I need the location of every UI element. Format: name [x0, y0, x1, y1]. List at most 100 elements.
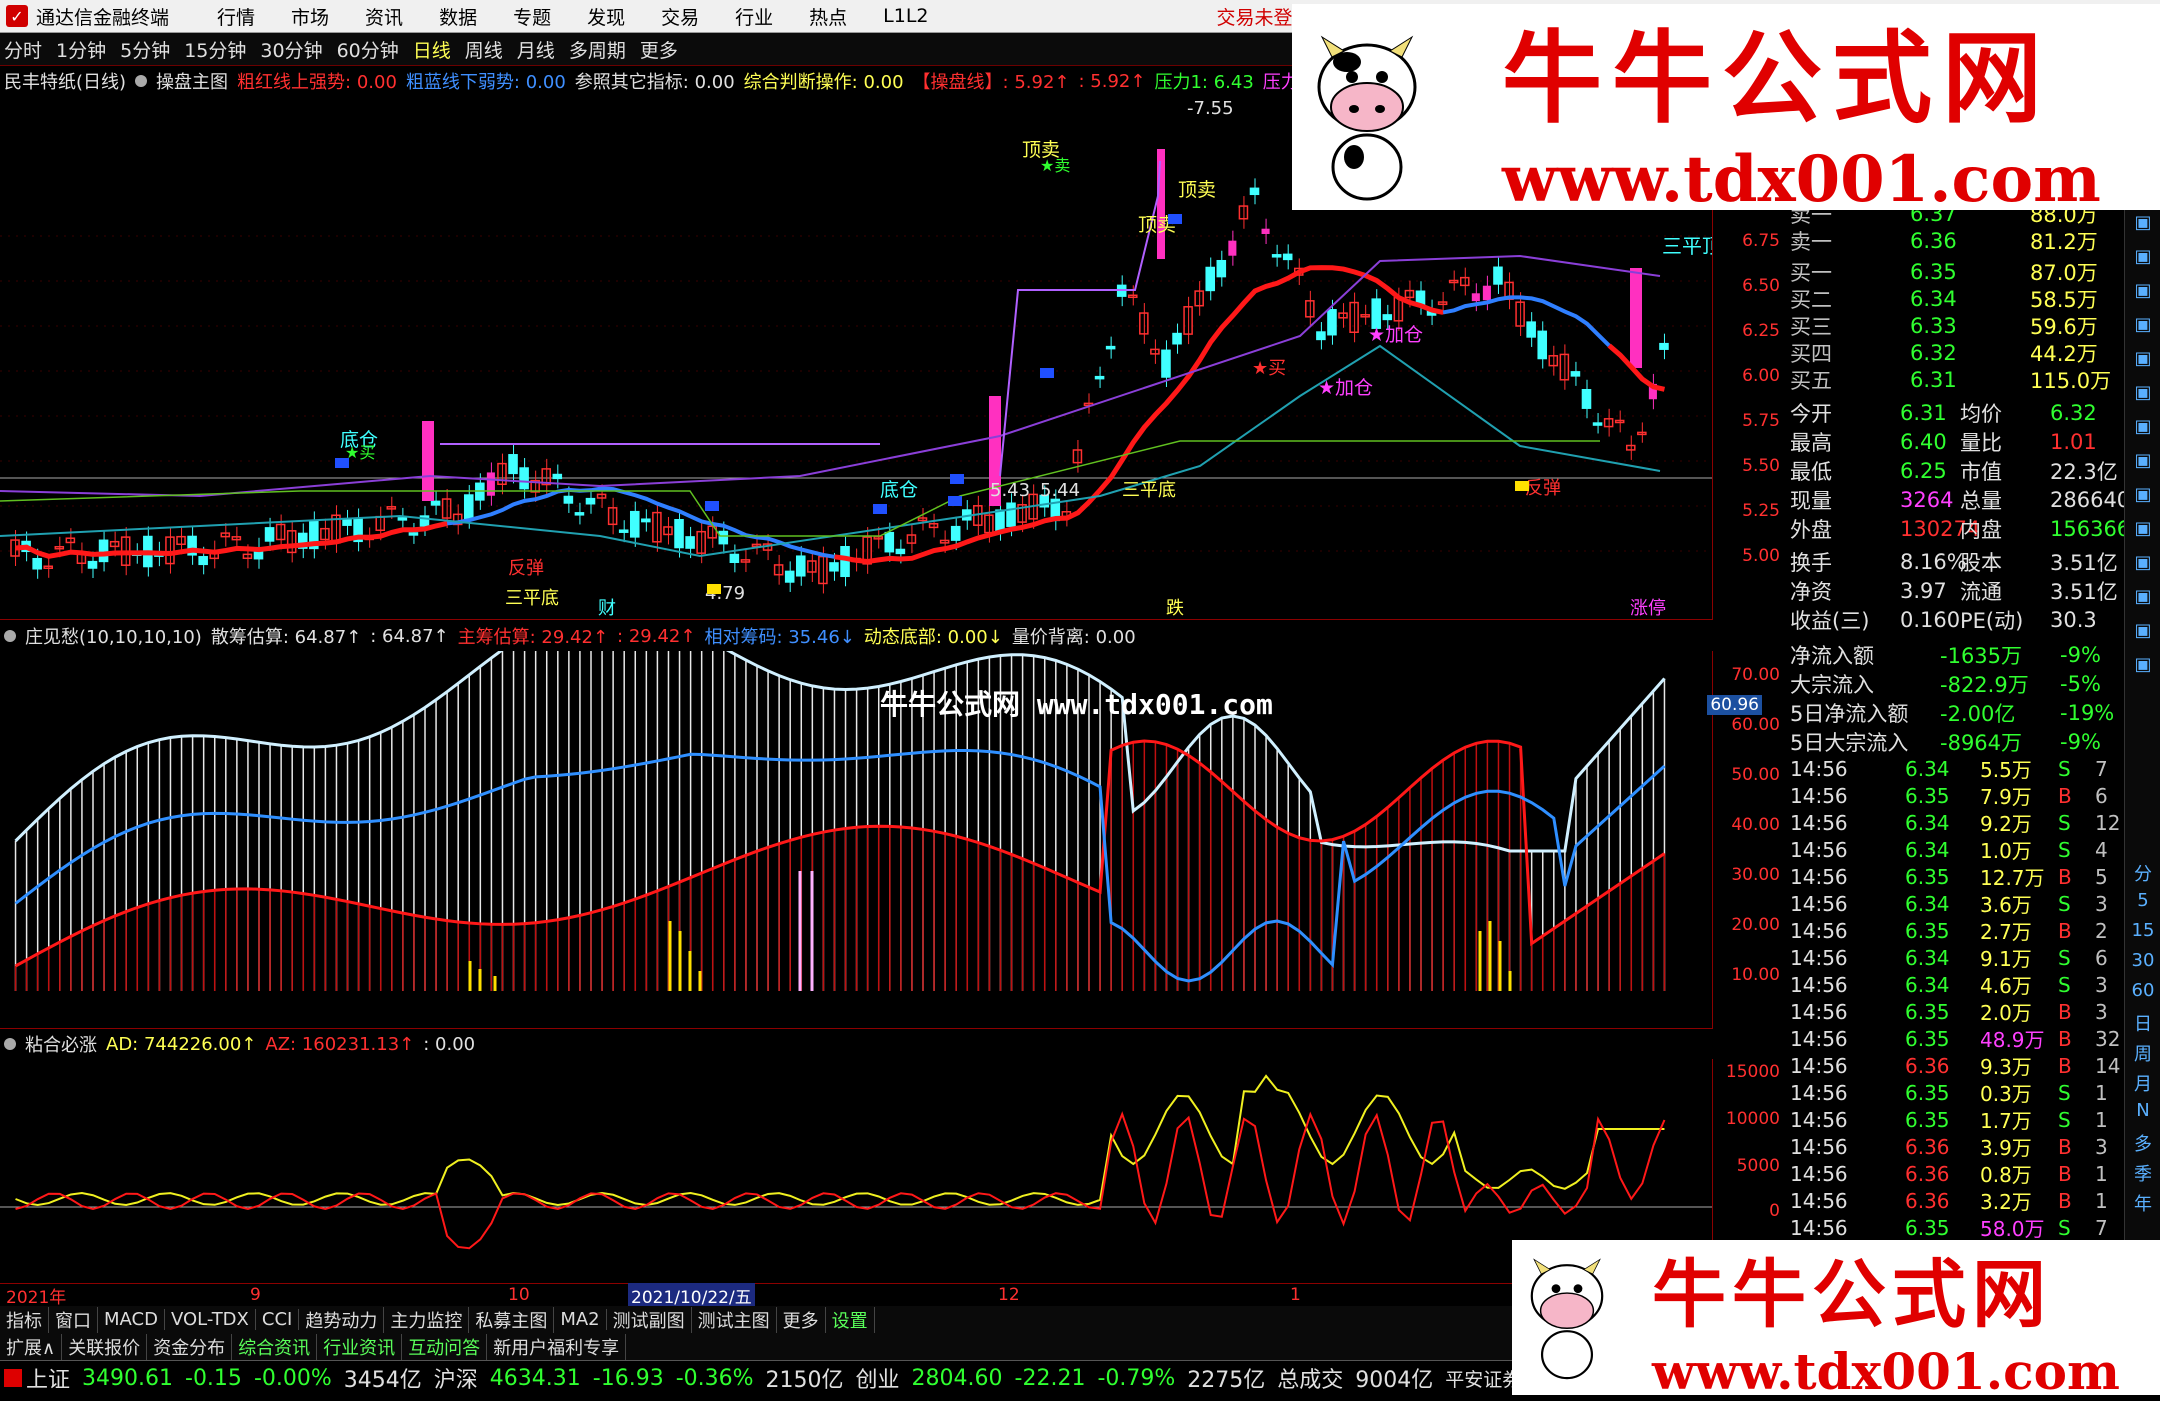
tab-qa[interactable]: 互动问答 — [402, 1333, 488, 1360]
label-sanping-top: 三平顶 — [1662, 234, 1712, 258]
period-button[interactable]: 日 — [2125, 1010, 2160, 1036]
tick-row: 14:56 6.35 0.3万 S 1 — [1790, 1079, 2120, 1107]
menu-news[interactable]: 资讯 — [365, 3, 403, 30]
period-button[interactable]: 15 — [2125, 920, 2160, 941]
gear-icon[interactable] — [4, 1038, 16, 1050]
candle — [1592, 422, 1603, 426]
quote-cell: -822.9万 — [1940, 672, 2029, 697]
tick-cell: B — [2058, 999, 2072, 1024]
stat-row: 外盘 130274 内盘 156366 — [1790, 515, 2130, 542]
menu-quote[interactable]: 行情 — [217, 3, 255, 30]
tick-cell: 4.6万 — [1980, 974, 2032, 998]
menu-l1l2[interactable]: L1L2 — [883, 5, 928, 27]
tab-fund[interactable]: 资金分布 — [147, 1333, 233, 1360]
menu-data[interactable]: 数据 — [439, 3, 477, 30]
tick-cell: B — [2058, 864, 2072, 889]
tab-indicator[interactable]: 指标 — [0, 1306, 49, 1333]
tab-window[interactable]: 窗口 — [49, 1306, 98, 1333]
tf-5m[interactable]: 5分钟 — [120, 36, 170, 63]
candle — [1537, 330, 1548, 360]
tool-icon[interactable]: ▣ — [2125, 484, 2160, 505]
candle — [1205, 266, 1216, 292]
period-button[interactable]: 季 — [2125, 1160, 2160, 1186]
tf-15m[interactable]: 15分钟 — [184, 36, 246, 63]
tab-test-sub[interactable]: 测试副图 — [607, 1306, 692, 1333]
tool-icon[interactable]: ▣ — [2125, 620, 2160, 641]
period-button[interactable]: 30 — [2125, 950, 2160, 971]
sub1-chart[interactable]: 牛牛公式网 www.tdx001.com — [0, 651, 1712, 1029]
tab-monitor[interactable]: 主力监控 — [384, 1306, 470, 1333]
period-button[interactable]: 5 — [2125, 890, 2160, 911]
period-button[interactable]: N — [2125, 1100, 2160, 1121]
period-button[interactable]: 年 — [2125, 1190, 2160, 1216]
tick-cell: S — [2058, 837, 2071, 862]
tool-icon[interactable]: ▣ — [2125, 314, 2160, 335]
tool-icon[interactable]: ▣ — [2125, 518, 2160, 539]
candle — [1127, 294, 1138, 299]
candle — [220, 532, 231, 538]
tab-vol[interactable]: VOL-TDX — [165, 1309, 256, 1330]
quote-cell: 市值 — [1960, 459, 2002, 484]
tab-related[interactable]: 关联报价 — [62, 1333, 148, 1360]
period-button[interactable]: 周 — [2125, 1040, 2160, 1066]
menu-topic[interactable]: 专题 — [513, 3, 551, 30]
tab-trend[interactable]: 趋势动力 — [299, 1306, 385, 1333]
menu-trade[interactable]: 交易 — [661, 3, 699, 30]
current-value-tag: 60.96 — [1707, 695, 1762, 715]
right-toolbar: 分 5 15 30 60 日周月 N 多季年 ▣ ▣ ▣ ▣ ▣ ▣ ▣ ▣ ▣ ▣ ▣ ▣ ▣ ▣ — [2124, 200, 2160, 1240]
gear-icon[interactable] — [4, 630, 16, 642]
tab-cci[interactable]: CCI — [256, 1309, 300, 1330]
tool-icon[interactable]: ▣ — [2125, 416, 2160, 437]
period-button[interactable]: 多 — [2125, 1130, 2160, 1156]
tf-1m[interactable]: 1分钟 — [56, 36, 106, 63]
quote-cell: 3.97 — [1900, 578, 1947, 603]
tab-more[interactable]: 更多 — [777, 1306, 826, 1333]
period-button[interactable]: 分 — [2125, 860, 2160, 886]
menu-market[interactable]: 市场 — [291, 3, 329, 30]
tf-week[interactable]: 周线 — [465, 36, 503, 63]
tab-macd[interactable]: MACD — [98, 1309, 165, 1330]
tool-icon[interactable]: ▣ — [2125, 280, 2160, 301]
formula-name[interactable]: 操盘主图 — [156, 68, 228, 94]
tf-month[interactable]: 月线 — [517, 36, 555, 63]
tool-icon[interactable]: ▣ — [2125, 552, 2160, 573]
tf-more[interactable]: 更多 — [640, 36, 678, 63]
price-tick: 5.00 — [1742, 546, 1780, 566]
tab-expand[interactable]: 扩展∧ — [0, 1333, 63, 1360]
tool-icon[interactable]: ▣ — [2125, 348, 2160, 369]
tool-icon[interactable]: ▣ — [2125, 654, 2160, 675]
menu-discover[interactable]: 发现 — [587, 3, 625, 30]
sub1-name[interactable]: 庄见愁(10,10,10,10) — [25, 623, 202, 649]
tf-day[interactable]: 日线 — [413, 36, 451, 63]
tab-private[interactable]: 私募主图 — [469, 1306, 555, 1333]
sub2-chart[interactable] — [0, 1059, 1712, 1283]
tool-icon[interactable]: ▣ — [2125, 450, 2160, 471]
candle — [1625, 444, 1636, 451]
tool-icon[interactable]: ▣ — [2125, 586, 2160, 607]
index-name[interactable]: 沪深 — [434, 1362, 478, 1394]
tab-industry-news[interactable]: 行业资讯 — [317, 1333, 403, 1360]
gear-icon[interactable] — [135, 75, 148, 87]
index-name[interactable]: 上证 — [26, 1362, 70, 1394]
quote-cell: 6.34 — [1910, 286, 1957, 311]
period-button[interactable]: 60 — [2125, 980, 2160, 1001]
candle — [1526, 321, 1536, 338]
tab-test-main[interactable]: 测试主图 — [692, 1306, 777, 1333]
tf-multi[interactable]: 多周期 — [569, 36, 626, 63]
tab-news[interactable]: 综合资讯 — [232, 1333, 318, 1360]
tool-icon[interactable]: ▣ — [2125, 382, 2160, 403]
menu-industry[interactable]: 行业 — [735, 3, 773, 30]
tool-icon[interactable]: ▣ — [2125, 246, 2160, 267]
tool-icon[interactable]: ▣ — [2125, 212, 2160, 233]
tab-settings[interactable]: 设置 — [826, 1306, 875, 1333]
index-name[interactable]: 创业 — [856, 1362, 900, 1394]
tf-fenshi[interactable]: 分时 — [4, 36, 42, 63]
tf-60m[interactable]: 60分钟 — [337, 36, 399, 63]
menu-hot[interactable]: 热点 — [809, 3, 847, 30]
period-button[interactable]: 月 — [2125, 1070, 2160, 1096]
label-top-sell: 顶卖 — [1178, 179, 1216, 201]
tab-ma2[interactable]: MA2 — [554, 1309, 607, 1330]
sub2-name[interactable]: 粘合必涨 — [25, 1031, 97, 1057]
tab-newuser[interactable]: 新用户福利专享 — [487, 1333, 627, 1360]
tf-30m[interactable]: 30分钟 — [260, 36, 322, 63]
